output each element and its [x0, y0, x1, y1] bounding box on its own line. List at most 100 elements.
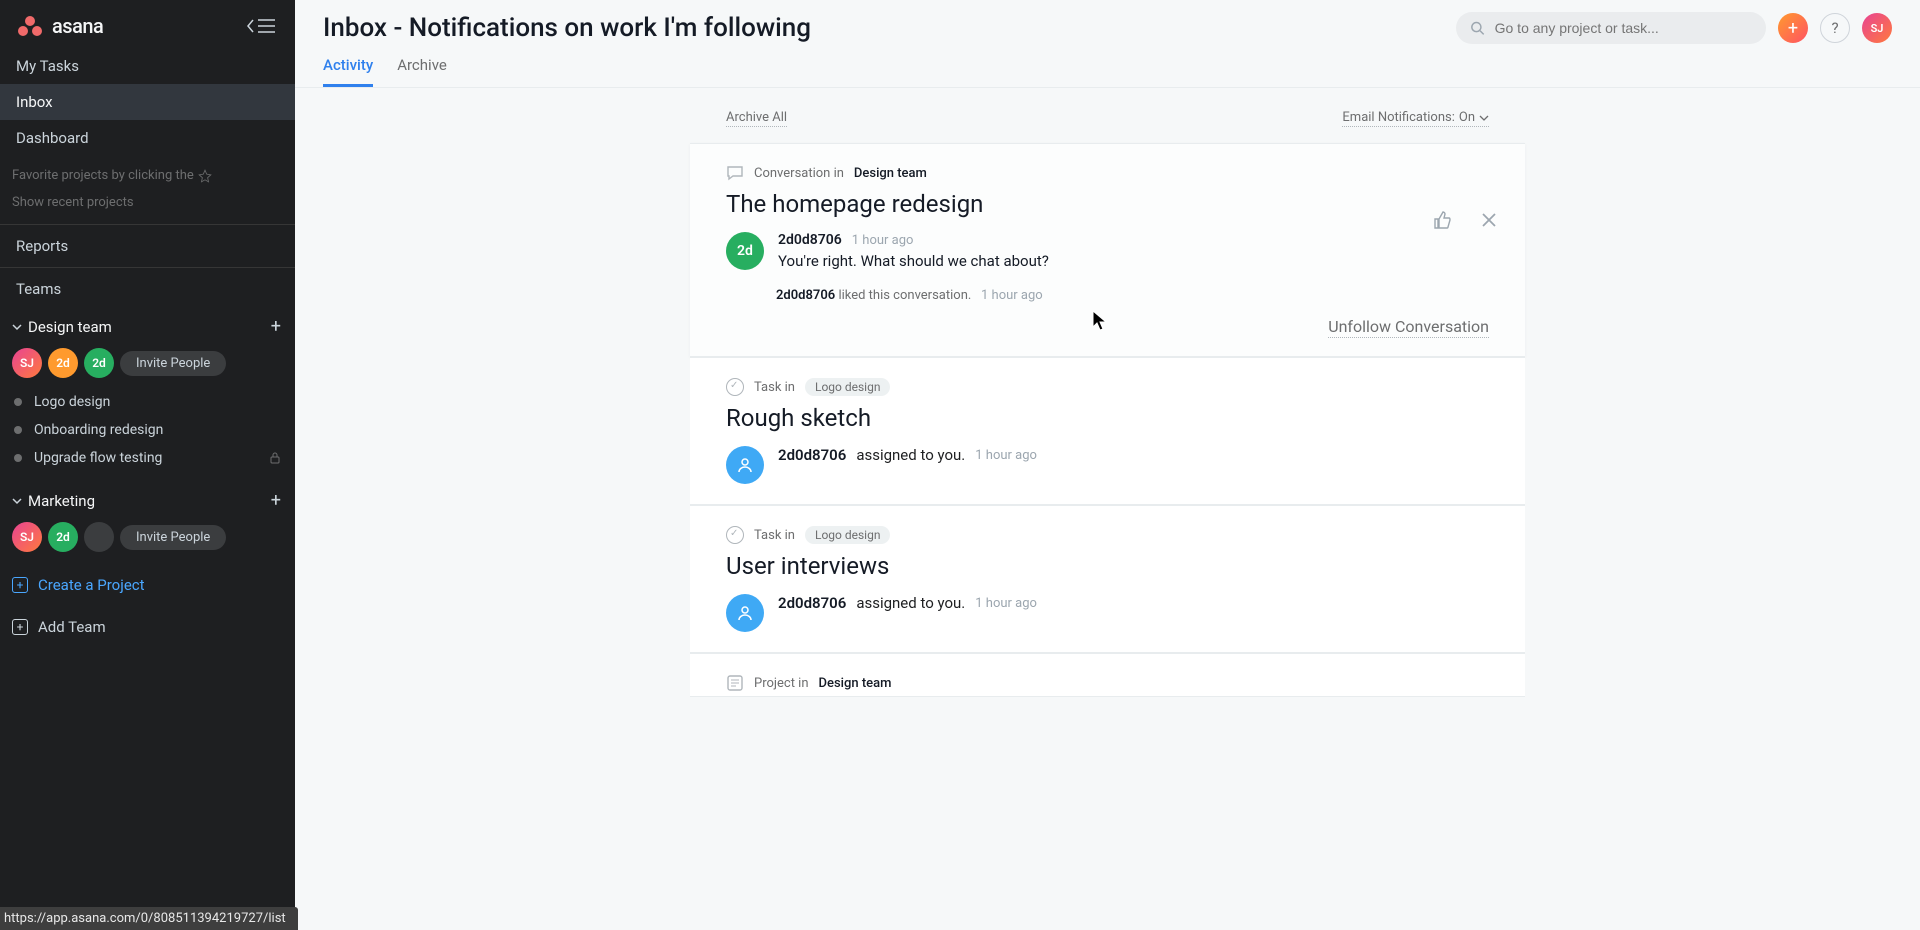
asana-logo[interactable]: asana — [16, 14, 103, 38]
timestamp: 1 hour ago — [975, 596, 1037, 611]
status-url: https://app.asana.com/0/808511394219727/… — [0, 907, 298, 930]
avatar[interactable]: 2d — [48, 522, 78, 552]
tab-activity[interactable]: Activity — [323, 56, 373, 87]
avatar[interactable]: 2d — [84, 348, 114, 378]
project-onboarding-redesign[interactable]: Onboarding redesign — [0, 416, 295, 444]
avatar-placeholder — [84, 522, 114, 552]
dismiss-button[interactable] — [1481, 212, 1497, 232]
liked-author: 2d0d8706 — [776, 288, 835, 303]
liked-text: liked this conversation. — [838, 288, 971, 303]
help-button[interactable]: ? — [1820, 13, 1850, 43]
conversation-icon — [726, 164, 744, 182]
favorite-hint-text: Favorite projects by clicking the — [12, 168, 194, 183]
author-avatar[interactable]: 2d — [726, 232, 764, 270]
project-upgrade-flow-testing[interactable]: Upgrade flow testing — [0, 444, 295, 472]
team-design-team[interactable]: Design team — [12, 318, 112, 336]
plus-icon: + — [12, 619, 28, 635]
caret-down-icon — [12, 322, 22, 332]
meta-location: Logo design — [805, 526, 890, 544]
profile-avatar[interactable]: SJ — [1862, 13, 1892, 43]
project-logo-design[interactable]: Logo design — [0, 388, 295, 416]
author-name: 2d0d8706 — [778, 232, 842, 248]
team-marketing[interactable]: Marketing — [12, 492, 95, 510]
nav-dashboard[interactable]: Dashboard — [0, 120, 295, 156]
team-name: Design team — [28, 318, 112, 336]
show-recent-projects[interactable]: Show recent projects — [0, 185, 295, 224]
item-title: The homepage redesign — [726, 190, 1489, 218]
unfollow-link[interactable]: Unfollow Conversation — [1328, 317, 1489, 338]
assigned-text: assigned to you. — [856, 446, 965, 464]
item-title: Rough sketch — [726, 404, 1489, 432]
avatar[interactable]: 2d — [48, 348, 78, 378]
nav-reports[interactable]: Reports — [0, 224, 295, 267]
author-name: 2d0d8706 — [778, 594, 846, 612]
marketing-avatars: SJ 2d Invite People — [0, 518, 295, 562]
archive-all-link[interactable]: Archive All — [726, 110, 787, 127]
assignee-icon — [726, 446, 764, 484]
page-title: Inbox - Notifications on work I'm follow… — [323, 13, 1444, 43]
inbox-item-project[interactable]: Project in Design team — [690, 653, 1525, 697]
liked-time: 1 hour ago — [981, 288, 1043, 303]
meta-location: Logo design — [805, 378, 890, 396]
add-to-design-team-button[interactable]: + — [271, 318, 281, 336]
star-icon — [198, 169, 212, 183]
email-notifications-toggle[interactable]: Email Notifications: On — [1342, 110, 1489, 127]
chevron-down-icon — [1479, 113, 1489, 123]
meta-location: Design team — [854, 166, 927, 181]
author-name: 2d0d8706 — [778, 446, 846, 464]
invite-people-button[interactable]: Invite People — [120, 351, 226, 376]
comment-text: You're right. What should we chat about? — [778, 252, 1489, 270]
assigned-text: assigned to you. — [856, 594, 965, 612]
avatar[interactable]: SJ — [12, 522, 42, 552]
add-team-label: Add Team — [38, 618, 106, 636]
lock-icon — [269, 452, 281, 464]
email-notif-state: On — [1459, 110, 1475, 125]
asana-logo-icon — [16, 15, 44, 37]
plus-icon: + — [12, 577, 28, 593]
liked-line: 2d0d8706 liked this conversation. 1 hour… — [776, 288, 1489, 303]
project-icon — [726, 674, 744, 692]
teams-header: Teams — [0, 267, 295, 310]
meta-location: Design team — [819, 676, 892, 691]
project-label: Upgrade flow testing — [34, 450, 162, 466]
inbox-feed: Archive All Email Notifications: On Conv… — [690, 110, 1525, 890]
inbox-item-task[interactable]: Task in Logo design User interviews 2d0d… — [690, 505, 1525, 653]
nav-inbox[interactable]: Inbox — [0, 84, 295, 120]
sidebar-collapse-button[interactable] — [245, 16, 279, 36]
tab-archive[interactable]: Archive — [397, 56, 447, 87]
search-icon — [1470, 20, 1485, 36]
timestamp: 1 hour ago — [852, 233, 914, 248]
logo-text: asana — [52, 14, 103, 38]
item-title: User interviews — [726, 552, 1489, 580]
meta-prefix: Task in — [754, 380, 795, 395]
add-team-button[interactable]: + Add Team — [0, 608, 295, 646]
like-button[interactable] — [1433, 210, 1453, 234]
team-name: Marketing — [28, 492, 95, 510]
caret-down-icon — [12, 496, 22, 506]
global-add-button[interactable]: + — [1778, 13, 1808, 43]
search-input[interactable] — [1495, 20, 1752, 36]
favorite-hint: Favorite projects by clicking the — [0, 156, 295, 185]
meta-prefix: Conversation in — [754, 166, 844, 181]
add-to-marketing-button[interactable]: + — [271, 492, 281, 510]
project-label: Onboarding redesign — [34, 422, 163, 438]
create-project-button[interactable]: + Create a Project — [0, 562, 295, 608]
task-icon — [726, 526, 744, 544]
search-box[interactable] — [1456, 12, 1766, 44]
email-notif-label: Email Notifications: — [1342, 110, 1454, 125]
project-label: Logo design — [34, 394, 110, 410]
inbox-item-task[interactable]: Task in Logo design Rough sketch 2d0d870… — [690, 357, 1525, 505]
main: Inbox - Notifications on work I'm follow… — [295, 0, 1920, 930]
meta-prefix: Task in — [754, 528, 795, 543]
task-icon — [726, 378, 744, 396]
meta-prefix: Project in — [754, 676, 809, 691]
design-team-avatars: SJ 2d 2d Invite People — [0, 344, 295, 388]
nav-my-tasks[interactable]: My Tasks — [0, 48, 295, 84]
inbox-item-conversation[interactable]: Conversation in Design team The homepage… — [690, 143, 1525, 357]
sidebar: asana My Tasks Inbox Dashboard Favorite … — [0, 0, 295, 930]
avatar[interactable]: SJ — [12, 348, 42, 378]
create-project-label: Create a Project — [38, 576, 145, 594]
assignee-icon — [726, 594, 764, 632]
invite-people-button[interactable]: Invite People — [120, 525, 226, 550]
timestamp: 1 hour ago — [975, 448, 1037, 463]
